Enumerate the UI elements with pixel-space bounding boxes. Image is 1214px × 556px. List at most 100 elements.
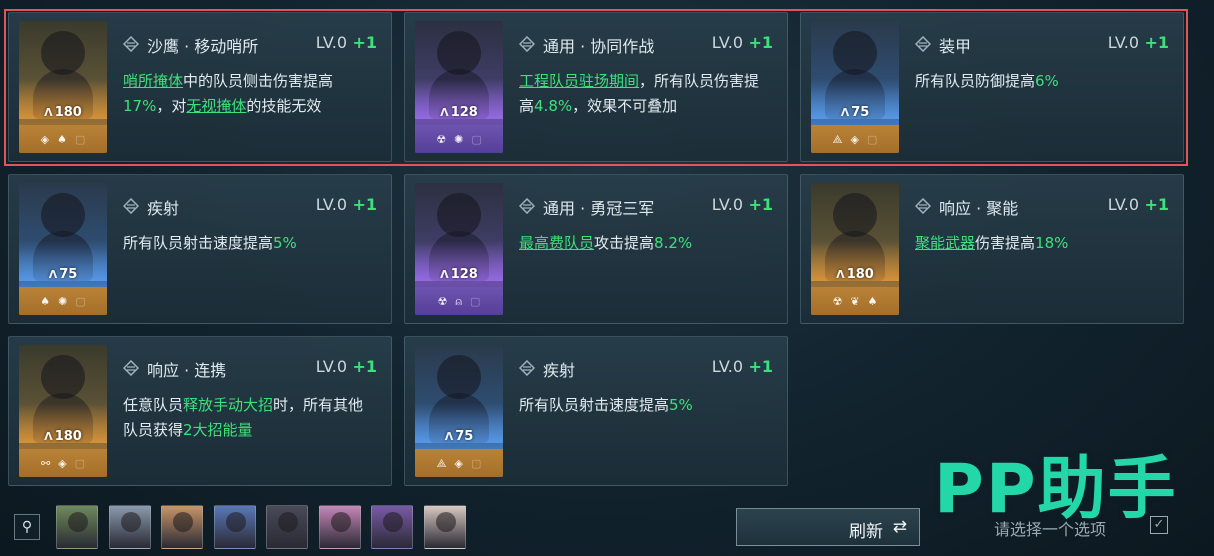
description-text: 伤害提高 <box>975 234 1036 252</box>
skill-card[interactable]: Λ 75 ⟁ ◈ ▢ 装甲 LV.0 +1 所有队员防御提高6% <box>800 12 1184 162</box>
cost-icon: Λ <box>836 268 845 281</box>
hero-cost-value: 75 <box>851 105 870 120</box>
cost-icon: Λ <box>48 268 58 281</box>
hero-thumbnail[interactable] <box>108 505 151 549</box>
cost-icon: Λ <box>840 106 850 119</box>
hero-portrait: Λ 75 ⟁ ◈ ▢ <box>811 21 899 153</box>
hero-portrait: Λ 180 ⚯ ◈ ▢ <box>19 345 107 477</box>
hero-thumbnail[interactable] <box>266 505 308 549</box>
trait-icon-tray: ⚯ ◈ ▢ <box>19 449 107 477</box>
skill-name: 装甲 <box>939 37 972 56</box>
hero-cost-value: 75 <box>59 267 78 282</box>
refresh-button[interactable]: 刷新 ⇄ <box>736 508 920 546</box>
search-icon: ⚲ <box>21 519 33 535</box>
trait-icon-tray: ◈ ♠ ▢ <box>19 125 107 153</box>
hero-cost-value: 75 <box>455 429 474 444</box>
skill-name: 通用 · 勇冠三军 <box>543 199 655 218</box>
keyword-link[interactable]: 哨所掩体 <box>123 72 183 90</box>
skill-level: LV.0 <box>711 33 743 52</box>
hero-cost: Λ 75 <box>811 105 899 120</box>
description-text: 所有队员射击速度提高 <box>123 234 274 252</box>
radiation-icon: ☢ <box>436 132 447 146</box>
level-plus: +1 <box>748 357 773 376</box>
level-plus: +1 <box>352 357 377 376</box>
skill-name: 疾射 <box>543 361 576 380</box>
cost-icon: Λ <box>444 430 454 443</box>
trait-icon-tray: ☢ ⍝ ▢ <box>415 287 503 315</box>
refresh-icon: ⇄ <box>892 517 907 537</box>
description-text: 所有队员防御提高 <box>915 72 1036 90</box>
description-text: ，对 <box>156 97 187 115</box>
keyword-link[interactable]: 无视掩体 <box>186 97 246 115</box>
mushroom-icon: ♠ <box>57 132 67 146</box>
gear-icon: ✺ <box>454 132 464 146</box>
highlight-value: 8.2% <box>654 234 693 252</box>
hero-portrait: Λ 180 ◈ ♠ ▢ <box>19 21 107 153</box>
description-text: ，效果不可叠加 <box>572 97 678 115</box>
level-plus: +1 <box>352 195 377 214</box>
keyword-link[interactable]: 工程队员驻场期间 <box>519 72 639 90</box>
card-header: 通用 · 勇冠三军 LV.0 +1 <box>519 195 773 219</box>
hero-thumbnail[interactable] <box>56 505 98 549</box>
square-icon: ▢ <box>74 456 86 470</box>
skill-name: 疾射 <box>147 199 180 218</box>
card-header: 装甲 LV.0 +1 <box>915 33 1169 57</box>
highlight-value: 释放手动大招 <box>183 396 274 414</box>
keyword-link[interactable]: 最高费队员 <box>519 234 594 252</box>
skill-name: 响应 · 聚能 <box>939 199 1019 218</box>
card-header: 疾射 LV.0 +1 <box>519 357 773 381</box>
skill-card[interactable]: Λ 75 ♠ ✺ ▢ 疾射 LV.0 +1 所有队员射击速度提高5% <box>8 174 392 324</box>
level-plus: +1 <box>1144 195 1169 214</box>
diamond-icon <box>915 36 931 52</box>
trait-icon-tray: ☢ ❦ ♠ <box>811 287 899 315</box>
card-header: 沙鹰 · 移动哨所 LV.0 +1 <box>123 33 377 57</box>
radiation-icon: ☢ <box>437 294 448 308</box>
radiation-icon: ☢ <box>832 294 843 308</box>
diamond-icon <box>519 198 535 214</box>
hero-portrait: Λ 128 ☢ ✺ ▢ <box>415 21 503 153</box>
shield-icon: ◈ <box>58 456 67 470</box>
trait-icon-tray: ☢ ✺ ▢ <box>415 125 503 153</box>
skill-level: LV.0 <box>315 33 347 52</box>
shield-icon: ◈ <box>454 456 463 470</box>
hero-cost: Λ 128 <box>415 267 503 282</box>
skill-level: LV.0 <box>1107 33 1139 52</box>
diamond-icon <box>519 360 535 376</box>
skill-card[interactable]: Λ 180 ◈ ♠ ▢ 沙鹰 · 移动哨所 LV.0 +1 哨所掩体中的队员侧击伤害提高 17%，… <box>8 12 392 162</box>
skill-card[interactable]: Λ 75 ⟁ ◈ ▢ 疾射 LV.0 +1 所有队员射击速度提高5% <box>404 336 788 486</box>
square-icon: ▢ <box>470 294 481 308</box>
hero-thumbnail[interactable] <box>423 505 466 549</box>
triangle-icon: ⟁ <box>832 132 843 146</box>
skill-card[interactable]: Λ 180 ⚯ ◈ ▢ 响应 · 连携 LV.0 +1 任意队员释放手动大招时，所有其他队员获得… <box>8 336 392 486</box>
keyword-link[interactable]: 聚能武器 <box>915 234 975 252</box>
skill-description: 聚能武器伤害提高18% <box>915 231 1165 256</box>
hero-thumbnail[interactable] <box>213 505 256 549</box>
level-plus: +1 <box>1144 33 1169 52</box>
level-plus: +1 <box>352 33 377 52</box>
skill-description: 所有队员射击速度提高5% <box>123 231 373 256</box>
search-button[interactable]: ⚲ <box>14 514 40 540</box>
skill-card[interactable]: Λ 180 ☢ ❦ ♠ 响应 · 聚能 LV.0 +1 聚能武器伤害提高18% <box>800 174 1184 324</box>
skill-card[interactable]: Λ 128 ☢ ✺ ▢ 通用 · 协同作战 LV.0 +1 工程队员驻场期间，所有队员伤害提高4… <box>404 12 788 162</box>
gear-icon: ✺ <box>58 294 68 308</box>
hero-cost-value: 180 <box>54 105 82 120</box>
hero-thumbnail[interactable] <box>318 505 361 549</box>
level-plus: +1 <box>748 33 773 52</box>
skill-description: 工程队员驻场期间，所有队员伤害提高4.8%，效果不可叠加 <box>519 69 769 119</box>
description-text: 攻击提高 <box>594 234 655 252</box>
skill-name: 响应 · 连携 <box>147 361 227 380</box>
hero-cost-value: 180 <box>54 429 82 444</box>
skill-card[interactable]: Λ 128 ☢ ⍝ ▢ 通用 · 勇冠三军 LV.0 +1 最高费队员攻击提高8.2% <box>404 174 788 324</box>
level-plus: +1 <box>748 195 773 214</box>
skill-description: 任意队员释放手动大招时，所有其他队员获得2大招能量 <box>123 393 373 443</box>
highlight-value: 6% <box>1035 72 1059 90</box>
diamond-icon <box>123 360 139 376</box>
mushroom-icon: ♠ <box>867 294 878 308</box>
skill-description: 哨所掩体中的队员侧击伤害提高 17%，对无视掩体的技能无效 <box>123 69 373 119</box>
description-text: 任意队员 <box>123 396 184 414</box>
hero-cost: Λ 180 <box>19 429 107 444</box>
description-text: 所有队员射击速度提高 <box>519 396 670 414</box>
hero-thumbnail[interactable] <box>161 505 203 549</box>
highlight-value: 18% <box>1035 234 1069 252</box>
hero-thumbnail[interactable] <box>371 505 413 549</box>
